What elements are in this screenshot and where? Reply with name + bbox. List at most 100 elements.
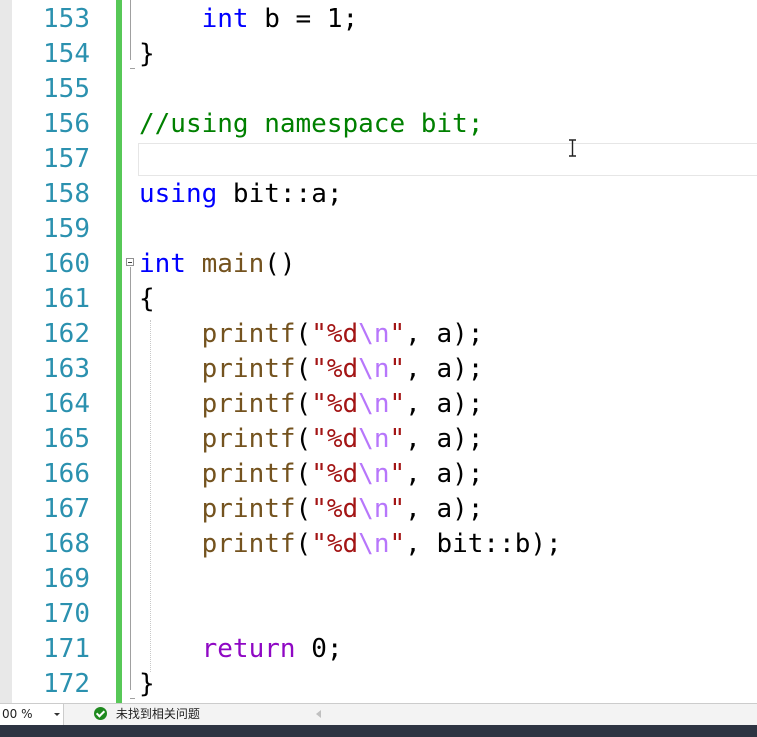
line-number: 169 [43, 564, 90, 594]
code-token: "%d [311, 424, 359, 454]
code-text[interactable]: printf("%d\n", bit::b); [139, 527, 562, 562]
code-token: " [389, 319, 406, 349]
line-number: 171 [43, 634, 90, 664]
code-token: "%d [311, 459, 359, 489]
code-text[interactable]: printf("%d\n", a); [139, 422, 484, 457]
line-number: 155 [43, 74, 90, 104]
code-text[interactable]: printf("%d\n", a); [139, 387, 484, 422]
taskbar [0, 725, 757, 737]
line-number: 160 [43, 249, 90, 279]
line-number: 159 [43, 214, 90, 244]
line-number: 168 [43, 529, 90, 559]
code-text[interactable]: //using namespace bit; [139, 107, 483, 142]
code-token: } [139, 669, 155, 699]
code-token: , a); [405, 494, 484, 524]
code-text[interactable]: printf("%d\n", a); [139, 317, 484, 352]
code-line[interactable]: 169 [0, 562, 757, 597]
code-text[interactable]: int b = 1; [139, 2, 359, 37]
code-token: \n [358, 389, 390, 419]
code-token: \n [358, 319, 390, 349]
code-line[interactable]: 158 using bit::a; [0, 177, 757, 212]
code-token: printf [201, 389, 296, 419]
code-line[interactable]: 166 printf("%d\n", a); [0, 457, 757, 492]
code-line[interactable]: 160 int main() [0, 247, 757, 282]
code-token: \n [358, 494, 390, 524]
code-line[interactable]: 161 { [0, 282, 757, 317]
code-token: printf [201, 494, 296, 524]
zoom-dropdown[interactable]: 00 % [0, 704, 64, 725]
code-token: " [389, 354, 406, 384]
code-token: main [201, 249, 265, 279]
code-line[interactable]: 172} [0, 667, 757, 702]
code-editor[interactable]: 153 int b = 1; 154} 155 156//using namespac… [0, 0, 757, 703]
code-token: \n [358, 529, 390, 559]
code-token: \n [358, 424, 390, 454]
code-line[interactable]: 162 printf("%d\n", a); [0, 317, 757, 352]
code-token: " [389, 389, 406, 419]
code-token: , a); [405, 354, 484, 384]
code-token: , a); [405, 424, 484, 454]
line-number: 163 [43, 354, 90, 384]
scroll-left-arrow-icon[interactable] [316, 710, 321, 718]
code-token: 0; [295, 634, 343, 664]
code-text[interactable]: printf("%d\n", a); [139, 352, 484, 387]
issues-text: 未找到相关问题 [115, 707, 200, 721]
code-line[interactable]: 168 printf("%d\n", bit::b); [0, 527, 757, 562]
code-text[interactable]: printf("%d\n", a); [139, 492, 484, 527]
line-number: 164 [43, 389, 90, 419]
zoom-value: 00 % [2, 707, 33, 721]
code-text[interactable]: using bit::a; [139, 177, 343, 212]
code-token: \n [358, 354, 390, 384]
code-line[interactable]: 163 printf("%d\n", a); [0, 352, 757, 387]
code-token: ( [295, 494, 312, 524]
code-line[interactable]: 155 [0, 72, 757, 107]
code-line[interactable]: 154} [0, 37, 757, 72]
code-token: return [201, 634, 296, 664]
code-token: "%d [311, 389, 359, 419]
line-number: 167 [43, 494, 90, 524]
line-number: 158 [43, 179, 90, 209]
code-token: } [139, 39, 155, 69]
code-line[interactable]: 156 //using namespace bit; [0, 107, 757, 142]
line-number: 162 [43, 319, 90, 349]
code-line[interactable]: 167 printf("%d\n", a); [0, 492, 757, 527]
code-line[interactable]: 170 [0, 597, 757, 632]
code-text[interactable]: int main() [139, 247, 296, 282]
chevron-down-icon [54, 713, 60, 716]
code-token: " [389, 529, 406, 559]
line-number: 161 [43, 284, 90, 314]
code-token: int [201, 4, 249, 34]
code-token: "%d [311, 494, 359, 524]
check-circle-icon [94, 707, 107, 720]
code-text[interactable]: printf("%d\n", a); [139, 457, 484, 492]
code-line[interactable]: 164 printf("%d\n", a); [0, 387, 757, 422]
code-line[interactable]: 165 printf("%d\n", a); [0, 422, 757, 457]
status-bar: 00 % 未找到相关问题 [0, 703, 757, 725]
code-line[interactable]: 159 [0, 212, 757, 247]
line-number: 165 [43, 424, 90, 454]
code-token: , a); [405, 389, 484, 419]
code-text[interactable]: return 0; [139, 632, 343, 667]
code-line[interactable]: 171 return 0; [0, 632, 757, 667]
code-token: ( [295, 354, 312, 384]
code-token: //using namespace bit; [139, 109, 484, 139]
code-token: " [389, 494, 406, 524]
code-text[interactable]: { [139, 282, 155, 317]
code-token: ( [295, 459, 312, 489]
issues-indicator[interactable]: 未找到相关问题 [94, 704, 200, 725]
code-line[interactable]: 157 [0, 142, 757, 177]
line-number: 154 [43, 39, 90, 69]
code-token: ( [295, 529, 312, 559]
code-token: "%d [311, 529, 359, 559]
code-text[interactable]: } [139, 667, 155, 702]
code-line[interactable]: 153 int b = 1; [0, 2, 757, 37]
line-number: 153 [43, 4, 90, 34]
code-text[interactable]: } [139, 37, 155, 72]
